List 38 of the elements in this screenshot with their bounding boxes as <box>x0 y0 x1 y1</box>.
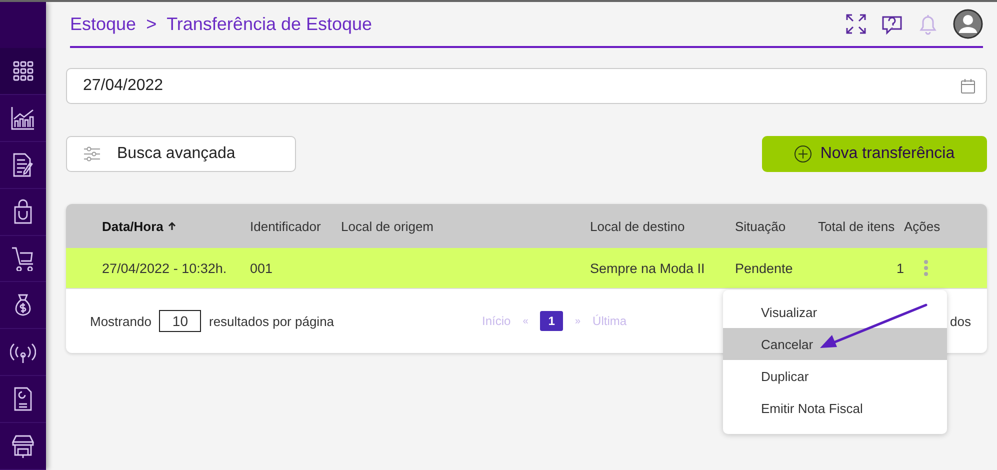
column-header[interactable]: Ações <box>904 218 987 234</box>
date-field[interactable]: 27/04/2022 <box>66 68 987 104</box>
chart-icon <box>10 104 36 131</box>
sliders-icon <box>83 146 101 162</box>
breadcrumb-item[interactable]: Estoque <box>70 14 136 34</box>
new-transfer-button[interactable]: Nova transferência <box>762 136 987 172</box>
column-header[interactable]: Identificador <box>250 218 341 234</box>
plus-circle-icon <box>794 145 812 163</box>
column-header[interactable]: Local de destino <box>590 218 735 234</box>
sidebar-item[interactable] <box>0 48 46 95</box>
sort-arrow-icon[interactable] <box>167 221 178 231</box>
table-cell-text: 1 <box>895 260 904 276</box>
showing-label: Mostrando <box>90 314 152 328</box>
fullscreen-icon[interactable] <box>845 13 867 35</box>
menu-item[interactable]: Cancelar <box>723 328 947 360</box>
menu-item[interactable]: Duplicar <box>723 360 947 392</box>
table-cell-text: Sempre na Moda II <box>590 260 706 276</box>
table-cell-text: 001 <box>250 260 274 276</box>
column-header[interactable]: Total de itens <box>818 218 904 234</box>
store-icon <box>10 433 36 460</box>
page-button[interactable]: 1 <box>540 311 563 331</box>
breadcrumb-item: Transferência de Estoque <box>166 14 372 34</box>
table-cell-text: 27/04/2022 - 10:32h. <box>102 260 228 276</box>
column-header[interactable]: Situação <box>735 218 818 234</box>
results-summary: dos <box>950 314 971 328</box>
breadcrumb-separator: > <box>146 14 157 34</box>
table-cell-text: Pendente <box>735 260 794 276</box>
calendar-icon[interactable] <box>960 78 976 94</box>
page-size-field[interactable]: 10 <box>159 310 201 332</box>
menu-item[interactable]: Emitir Nota Fiscal <box>723 392 947 424</box>
avatar-icon[interactable] <box>953 9 983 39</box>
per-page-label: resultados por página <box>209 314 334 328</box>
cart-icon <box>10 245 36 272</box>
advanced-search-button[interactable]: Busca avançada <box>66 136 296 172</box>
column-header[interactable]: Local de origem <box>341 218 590 234</box>
column-header[interactable]: Data/Hora <box>102 218 250 234</box>
table-row[interactable]: 27/04/2022 - 10:32h. 001 Sempre na Moda II Pendente 1 <box>66 248 987 289</box>
menu-item[interactable]: Visualizar <box>723 296 947 328</box>
